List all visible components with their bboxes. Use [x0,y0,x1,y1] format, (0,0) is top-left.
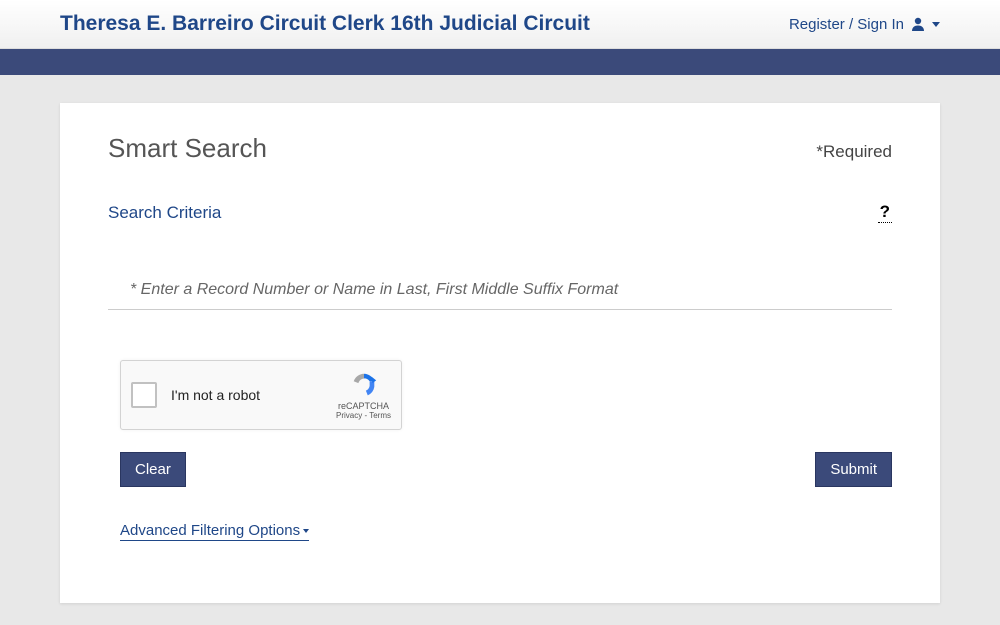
advanced-filtering-link[interactable]: Advanced Filtering Options [120,522,309,541]
nav-strip [0,49,1000,75]
criteria-label: Search Criteria [108,203,221,223]
criteria-row: Search Criteria ? [108,202,892,223]
recaptcha-checkbox[interactable] [131,382,157,408]
chevron-down-icon [932,22,940,27]
chevron-down-icon [303,529,309,533]
submit-button[interactable]: Submit [815,452,892,487]
recaptcha-branding: reCAPTCHA Privacy - Terms [336,370,391,420]
card-header: Smart Search *Required [108,133,892,164]
content-wrapper: Smart Search *Required Search Criteria ?… [0,75,1000,603]
recaptcha-label: I'm not a robot [171,387,336,403]
required-label: *Required [816,142,892,162]
page-title: Smart Search [108,133,267,164]
recaptcha-brand: reCAPTCHA [338,401,389,411]
site-title: Theresa E. Barreiro Circuit Clerk 16th J… [60,12,590,36]
user-icon [910,16,926,32]
recaptcha-widget: I'm not a robot reCAPTCHA Privacy - Term… [120,360,402,430]
button-row: Clear Submit [120,452,892,487]
help-icon[interactable]: ? [878,202,892,223]
signin-label: Register / Sign In [789,16,904,33]
header-bar: Theresa E. Barreiro Circuit Clerk 16th J… [0,0,1000,49]
recaptcha-links[interactable]: Privacy - Terms [336,411,391,420]
search-input[interactable] [108,273,892,310]
advanced-label: Advanced Filtering Options [120,522,300,539]
clear-button[interactable]: Clear [120,452,186,487]
recaptcha-logo-icon [349,370,379,400]
search-card: Smart Search *Required Search Criteria ?… [60,103,940,603]
signin-dropdown[interactable]: Register / Sign In [789,16,940,33]
